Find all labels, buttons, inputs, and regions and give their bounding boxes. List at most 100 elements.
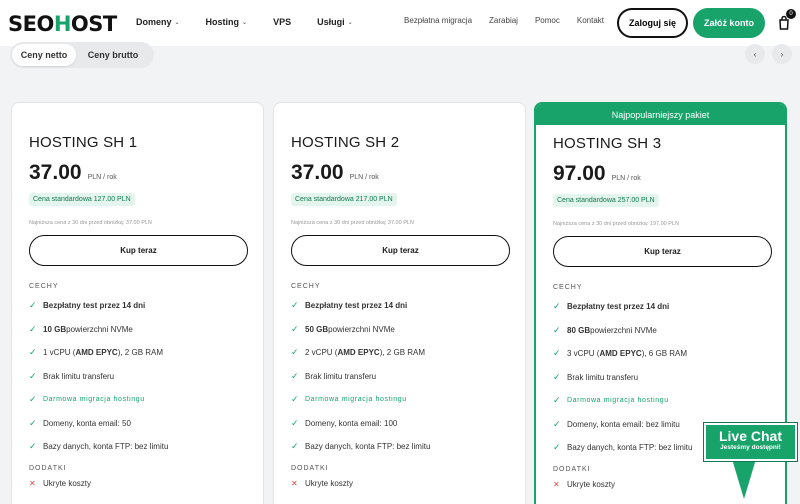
plan-title: HOSTING SH 2 (291, 134, 400, 151)
buy-button[interactable]: Kup teraz (553, 236, 772, 267)
chevron-down-icon: ⌄ (242, 19, 248, 26)
check-icon: ✓ (29, 347, 37, 358)
popular-badge: Najpopularniejszy pakiet (536, 104, 785, 125)
login-button[interactable]: Zaloguj się (617, 8, 688, 38)
chevron-down-icon: ⌄ (347, 19, 353, 26)
features-heading: CECHY (553, 284, 583, 291)
plan-title: HOSTING SH 1 (29, 134, 138, 151)
extras-heading: DODATKI (29, 464, 67, 472)
plan-card-sh2: HOSTING SH 2 37.00 PLN / rok Cena standa… (273, 102, 526, 504)
buy-button[interactable]: Kup teraz (291, 235, 510, 266)
nav-item-vps[interactable]: VPS (273, 17, 291, 27)
plan-period: PLN / rok (349, 174, 379, 181)
check-icon: ✓ (291, 323, 299, 334)
logo-text-mid: H (53, 12, 72, 36)
nav-link-pomoc[interactable]: Pomoc (535, 16, 560, 25)
buy-button[interactable]: Kup teraz (29, 235, 248, 266)
check-icon: ✓ (29, 300, 37, 311)
feature-item: ✓ 50 GB powierzchni NVMe (291, 323, 395, 334)
livechat-tail (732, 459, 756, 499)
standard-price-badge: Cena standardowa 257.00 PLN (553, 194, 659, 207)
carousel-next-button[interactable]: › (772, 44, 792, 64)
check-icon: ✓ (553, 348, 561, 359)
cross-icon: ✕ (291, 478, 298, 488)
plan-price: 37.00 (29, 161, 82, 184)
feature-item: ✓ Brak limitu transferu (291, 370, 377, 381)
check-icon: ✓ (291, 394, 300, 405)
feature-item: ✓ Domeny, konta email: 50 (29, 417, 131, 428)
livechat-subtitle: Jesteśmy dostępni! (720, 444, 781, 451)
livechat-widget[interactable]: Live Chat Jesteśmy dostępni! (704, 423, 797, 461)
extra-item: ✕ Ukryte koszty (291, 478, 354, 488)
logo-text-left: SEO (8, 12, 54, 36)
check-icon: ✓ (291, 370, 299, 381)
feature-item: ✓ 3 vCPU (AMD EPYC), 6 GB RAM (553, 348, 688, 359)
feature-item: ✓ Brak limitu transferu (553, 371, 639, 382)
plan-card-sh1: HOSTING SH 1 37.00 PLN / rok Cena standa… (11, 102, 264, 504)
nav-link-zarabiaj[interactable]: Zarabiaj (489, 16, 518, 25)
lowest-price-note: Najniższa cena z 30 dni przed obniżką: 3… (291, 220, 414, 226)
livechat-title: Live Chat (718, 428, 782, 444)
feature-item: ✓ 1 vCPU (AMD EPYC), 2 GB RAM (29, 347, 164, 358)
chevron-left-icon: ‹ (753, 49, 757, 59)
feature-item: ✓ 80 GB powierzchni NVMe (553, 324, 657, 335)
nav-item-domeny[interactable]: Domeny ⌄ (136, 17, 180, 27)
plan-period: PLN / rok (87, 174, 117, 181)
feature-item: ✓ 10 GB powierzchni NVMe (29, 323, 133, 334)
toggle-netto[interactable]: Ceny netto (12, 44, 76, 66)
features-heading: CECHY (291, 283, 321, 290)
feature-item: ✓ Bezpłatny test przez 14 dni (553, 301, 670, 312)
feature-item: ✓ Bazy danych, konta FTP: bez limitu (291, 441, 431, 452)
feature-item-highlight: ✓ Darmowa migracja hostingu (291, 394, 407, 405)
standard-price-badge: Cena standardowa 127.00 PLN (29, 193, 135, 206)
check-icon: ✓ (291, 417, 299, 428)
check-icon: ✓ (553, 301, 561, 312)
plan-price: 37.00 (291, 161, 344, 184)
cross-icon: ✕ (29, 478, 36, 488)
chevron-right-icon: › (780, 49, 784, 59)
extra-item: ✕ Ukryte koszty (29, 478, 92, 488)
extras-heading: DODATKI (291, 464, 329, 472)
check-icon: ✓ (553, 442, 561, 453)
check-icon: ✓ (29, 441, 37, 452)
check-icon: ✓ (291, 300, 299, 311)
check-icon: ✓ (29, 417, 37, 428)
chevron-down-icon: ⌄ (174, 19, 180, 26)
check-icon: ✓ (553, 418, 561, 429)
feature-item-highlight: ✓ Darmowa migracja hostingu (29, 394, 145, 405)
standard-price-badge: Cena standardowa 217.00 PLN (291, 193, 397, 206)
feature-item: ✓ Bezpłatny test przez 14 dni (291, 300, 408, 311)
feature-item: ✓ 2 vCPU (AMD EPYC), 2 GB RAM (291, 347, 426, 358)
lowest-price-note: Najniższa cena z 30 dni przed obniżką: 3… (29, 220, 152, 226)
feature-item: ✓ Bezpłatny test przez 14 dni (29, 300, 146, 311)
nav-item-uslugi[interactable]: Usługi ⌄ (317, 17, 353, 27)
nav-link-kontakt[interactable]: Kontakt (577, 16, 604, 25)
carousel-prev-button[interactable]: ‹ (745, 44, 765, 64)
lowest-price-note: Najniższa cena z 30 dni przed obniżką: 1… (553, 221, 679, 227)
cart-count-badge: 0 (786, 9, 796, 19)
main-nav: Domeny ⌄ Hosting ⌄ VPS Usługi ⌄ (136, 17, 379, 27)
features-heading: CECHY (29, 283, 59, 290)
nav-item-hosting[interactable]: Hosting ⌄ (206, 17, 248, 27)
cross-icon: ✕ (553, 479, 560, 489)
secondary-nav: Bezpłatna migracja Zarabiaj Pomoc Kontak… (404, 16, 621, 25)
plan-period: PLN / rok (611, 175, 641, 182)
price-mode-toggle: Ceny netto Ceny brutto (10, 42, 154, 68)
feature-item: ✓ Bazy danych, konta FTP: bez limitu (29, 441, 169, 452)
plan-title: HOSTING SH 3 (553, 135, 662, 152)
check-icon: ✓ (291, 441, 299, 452)
site-header: SEO H OST Domeny ⌄ Hosting ⌄ VPS Usługi ⌄ Bez… (0, 0, 800, 46)
check-icon: ✓ (553, 395, 562, 406)
check-icon: ✓ (29, 370, 37, 381)
plan-price: 97.00 (553, 162, 606, 185)
feature-item: ✓ Brak limitu transferu (29, 370, 115, 381)
feature-item-highlight: ✓ Darmowa migracja hostingu (553, 395, 669, 406)
logo-text-right: OST (70, 12, 117, 36)
feature-item: ✓ Domeny, konta email: 100 (291, 417, 398, 428)
register-button[interactable]: Załóż konto (693, 8, 765, 38)
nav-link-migracja[interactable]: Bezpłatna migracja (404, 16, 472, 25)
toggle-brutto[interactable]: Ceny brutto (76, 44, 150, 66)
check-icon: ✓ (553, 371, 561, 382)
check-icon: ✓ (291, 347, 299, 358)
logo[interactable]: SEO H OST (8, 12, 117, 36)
